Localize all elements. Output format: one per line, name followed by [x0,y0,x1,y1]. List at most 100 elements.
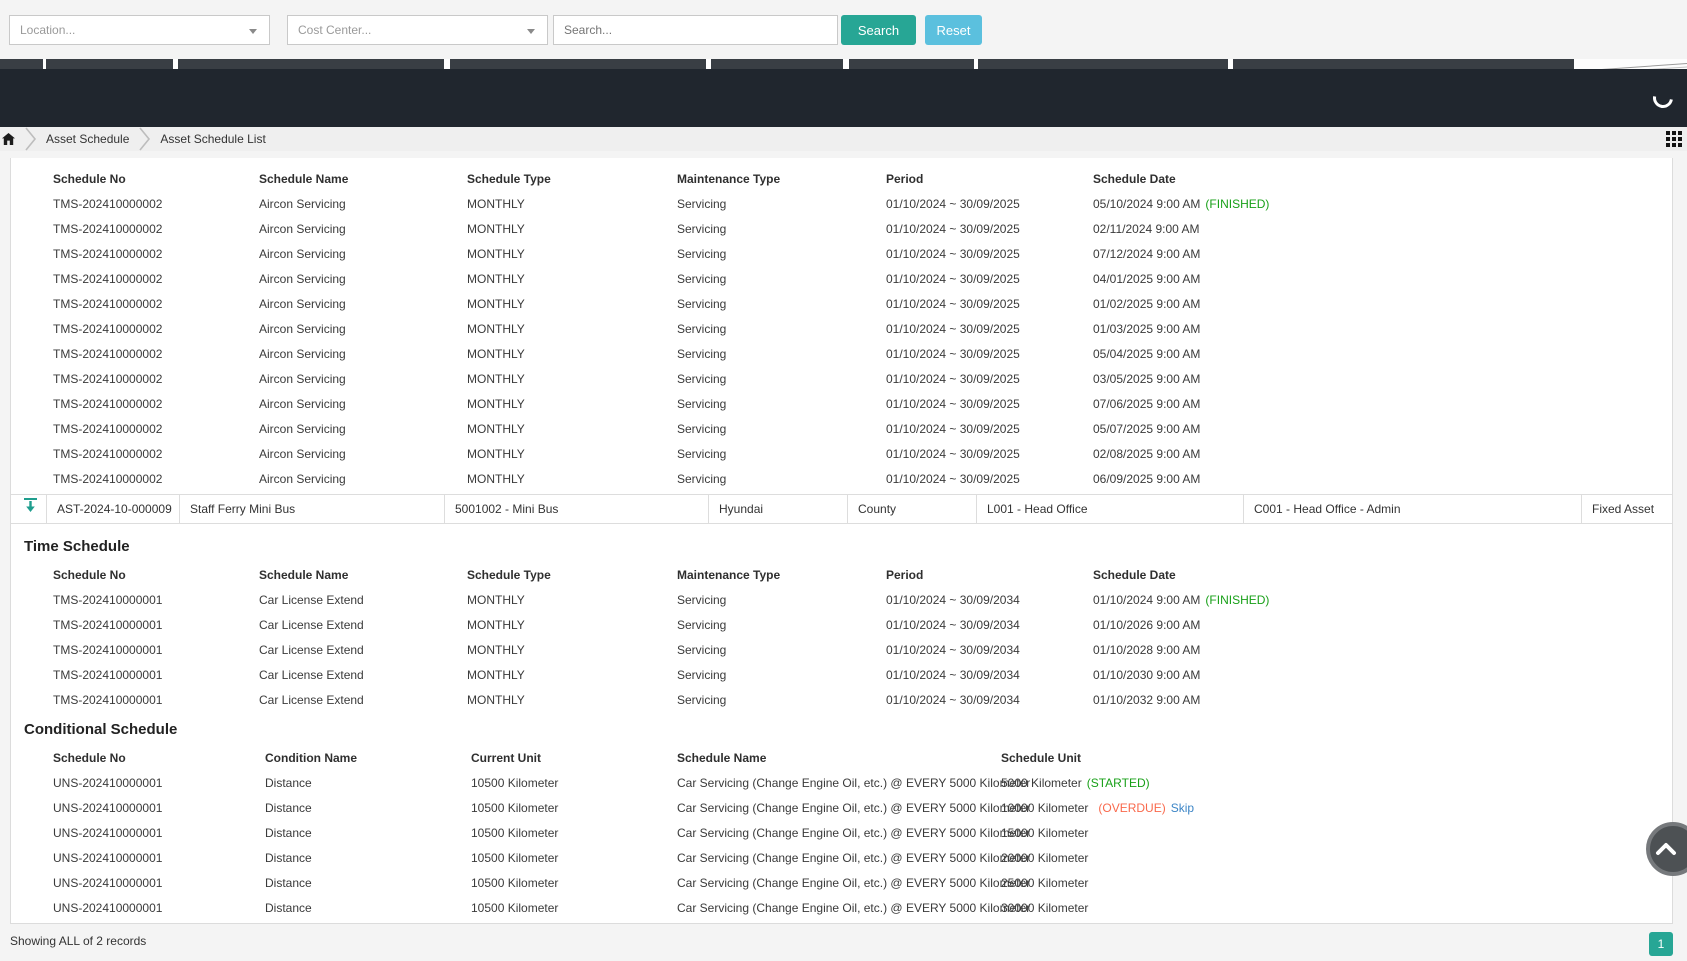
date-text: 03/05/2025 9:00 AM [1093,372,1200,386]
status-finished: (FINISHED) [1205,197,1269,211]
schedule-type: MONTHLY [467,367,525,392]
date-text: 05/07/2025 9:00 AM [1093,422,1200,436]
cost-center-dropdown[interactable]: Cost Center... [287,15,548,45]
schedule-type: MONTHLY [467,688,525,713]
maintenance-type: Servicing [677,588,726,613]
maintenance-type: Servicing [677,367,726,392]
chevron-right-icon [23,127,38,151]
period: 01/10/2024 ~ 30/09/2025 [886,217,1020,242]
unit-text: 25000 Kilometer [1001,876,1088,890]
schedule-name: Aircon Servicing [259,417,346,442]
schedule-date: 07/06/2025 9:00 AM [1093,392,1205,417]
schedule-no: TMS-202410000001 [53,663,162,688]
menu-strip [0,59,1687,69]
period: 01/10/2024 ~ 30/09/2025 [886,292,1020,317]
schedule-name: Aircon Servicing [259,267,346,292]
schedule-row: TMS-202410000002 Aircon Servicing MONTHL… [11,292,1672,317]
asset-cost-center: C001 - Head Office - Admin [1243,495,1581,523]
maintenance-type: Servicing [677,217,726,242]
cost-center-dropdown-value: Cost Center... [298,23,371,37]
menu-segment[interactable] [0,59,43,69]
condition-name: Distance [265,896,312,921]
menu-segment[interactable] [978,59,1228,69]
condition-name: Distance [265,821,312,846]
column-header: Maintenance Type [677,167,780,192]
schedule-type: MONTHLY [467,588,525,613]
footer: Showing ALL of 2 records 1 [0,924,1687,961]
home-icon[interactable] [2,133,15,145]
funnel-down-icon [23,497,38,513]
schedule-row: TMS-202410000001 Car License Extend MONT… [11,613,1672,638]
column-header: Schedule Type [467,167,551,192]
column-header: Schedule Type [467,563,551,588]
schedule-no: UNS-202410000001 [53,821,162,846]
breadcrumb-asset-schedule-list[interactable]: Asset Schedule List [160,132,265,146]
schedule-no: TMS-202410000001 [53,688,162,713]
column-header: Schedule Date [1093,167,1176,192]
asset-summary-row[interactable]: AST-2024-10-000009 Staff Ferry Mini Bus … [11,494,1672,524]
schedule-no: TMS-202410000002 [53,417,162,442]
schedule-name: Aircon Servicing [259,292,346,317]
page-1-button[interactable]: 1 [1649,932,1673,956]
schedule-row: TMS-202410000001 Car License Extend MONT… [11,663,1672,688]
asset-category: 5001002 - Mini Bus [444,495,708,523]
column-header: Schedule Name [677,746,766,771]
breadcrumb-asset-schedule[interactable]: Asset Schedule [46,132,129,146]
schedule-name: Car License Extend [259,688,364,713]
current-unit: 10500 Kilometer [471,871,558,896]
schedule-no: TMS-202410000002 [53,292,162,317]
schedule-type: MONTHLY [467,663,525,688]
period: 01/10/2024 ~ 30/09/2025 [886,442,1020,467]
menu-segment[interactable] [450,59,706,69]
schedule-no: TMS-202410000002 [53,217,162,242]
column-header: Schedule Unit [1001,746,1081,771]
menu-segment[interactable] [46,59,173,69]
maintenance-type: Servicing [677,442,726,467]
asset-type: Fixed Asset [1581,495,1673,523]
menu-segment[interactable] [849,59,974,69]
condition-name: Distance [265,796,312,821]
search-button[interactable]: Search [841,15,916,45]
column-header: Maintenance Type [677,563,780,588]
status-started: (STARTED) [1087,776,1150,790]
asset-filter-cell[interactable] [11,495,46,523]
schedule-row: TMS-202410000002 Aircon Servicing MONTHL… [11,192,1672,217]
location-dropdown[interactable]: Location... [9,15,270,45]
search-input[interactable] [553,15,838,45]
skip-link[interactable]: Skip [1171,801,1194,815]
schedule-unit: 5000 Kilometer(STARTED) [1001,771,1160,796]
unit-text: 30000 Kilometer [1001,901,1088,915]
date-text: 01/02/2025 9:00 AM [1093,297,1200,311]
unit-text: 20000 Kilometer [1001,851,1088,865]
column-header: Period [886,167,923,192]
schedule-no: TMS-202410000002 [53,367,162,392]
status-finished: (FINISHED) [1205,593,1269,607]
date-text: 01/10/2028 9:00 AM [1093,643,1200,657]
menu-segment[interactable] [178,59,444,69]
schedule-date: 01/10/2028 9:00 AM [1093,638,1205,663]
period: 01/10/2024 ~ 30/09/2034 [886,588,1020,613]
condition-name: Distance [265,846,312,871]
conditional-row: UNS-202410000001 Distance 10500 Kilomete… [11,896,1672,921]
schedule-type: MONTHLY [467,292,525,317]
period: 01/10/2024 ~ 30/09/2025 [886,192,1020,217]
column-header: Period [886,563,923,588]
period: 01/10/2024 ~ 30/09/2034 [886,663,1020,688]
schedule-type: MONTHLY [467,317,525,342]
chevron-right-icon [137,127,152,151]
reset-button[interactable]: Reset [925,15,982,45]
schedule-row: TMS-202410000001 Car License Extend MONT… [11,588,1672,613]
schedule-name: Car Servicing (Change Engine Oil, etc.) … [677,771,1030,796]
schedule-row: TMS-202410000002 Aircon Servicing MONTHL… [11,367,1672,392]
schedule-name: Car Servicing (Change Engine Oil, etc.) … [677,896,1030,921]
schedule-row: TMS-202410000001 Car License Extend MONT… [11,688,1672,713]
apps-grid-icon[interactable] [1666,131,1682,150]
schedule-type: MONTHLY [467,392,525,417]
date-text: 01/10/2024 9:00 AM [1093,593,1200,607]
menu-segment[interactable] [1233,59,1574,69]
date-text: 02/11/2024 9:00 AM [1093,222,1200,236]
schedule-no: TMS-202410000002 [53,342,162,367]
schedule-name: Car License Extend [259,638,364,663]
schedule-row: TMS-202410000002 Aircon Servicing MONTHL… [11,267,1672,292]
menu-segment[interactable] [711,59,843,69]
